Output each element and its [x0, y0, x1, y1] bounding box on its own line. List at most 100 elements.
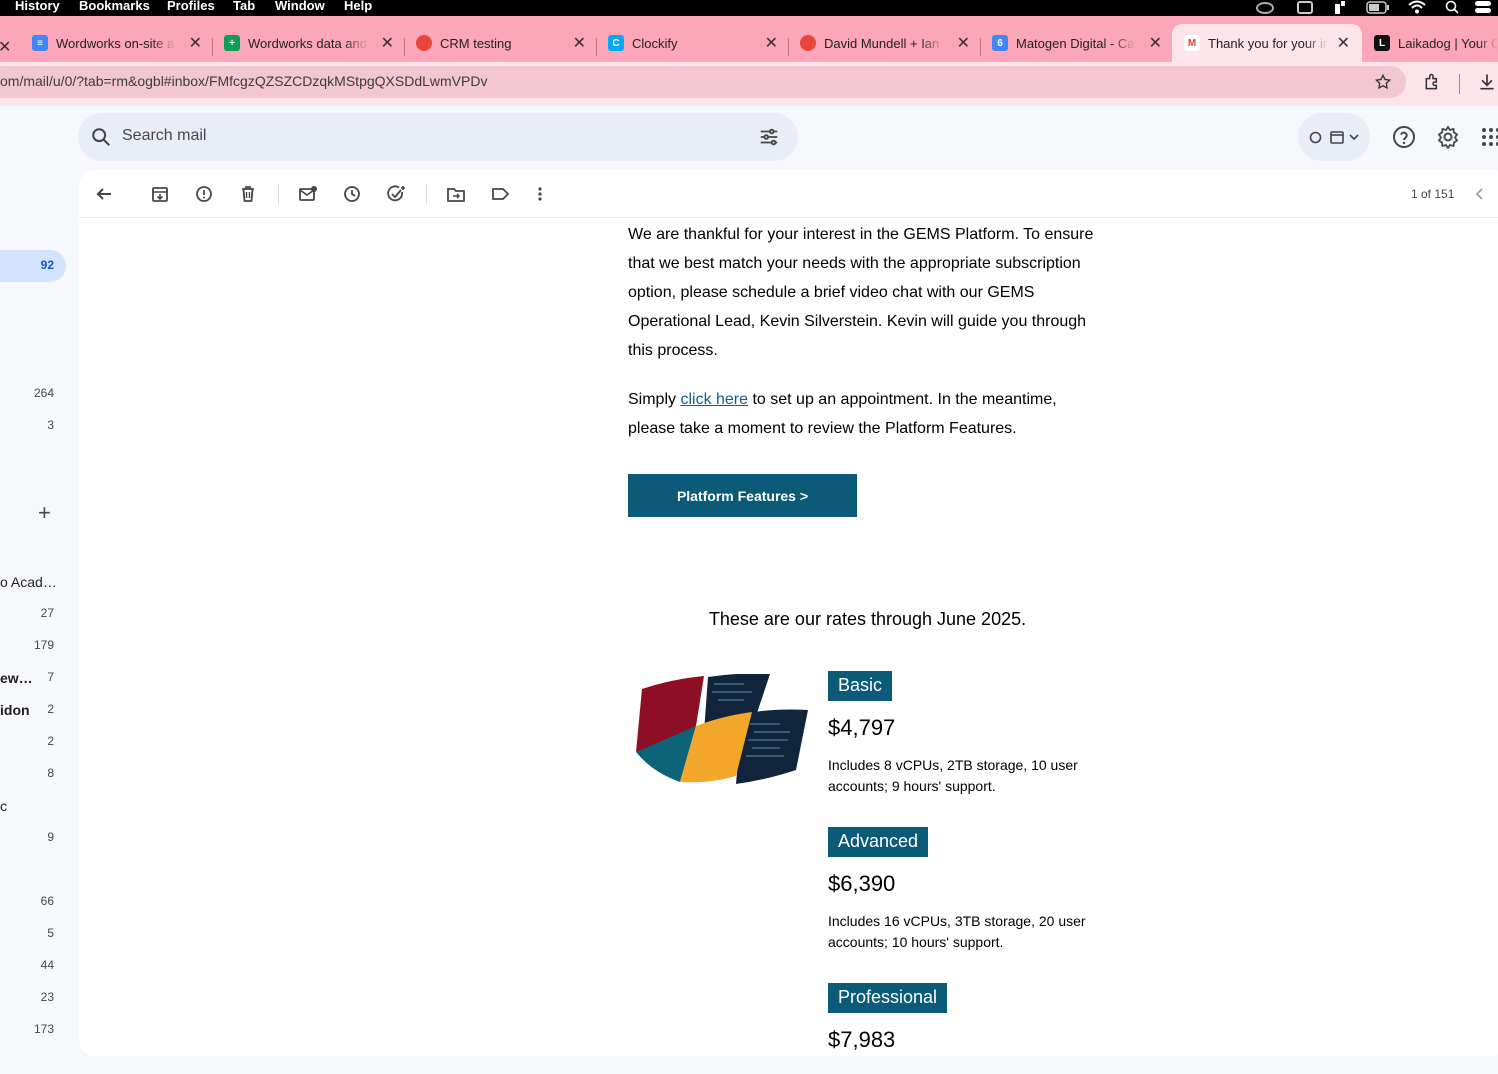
nav-label-item[interactable]: o Acad…	[0, 574, 57, 590]
nav-count: 23	[40, 990, 54, 1004]
move-to-folder-icon[interactable]	[446, 184, 466, 204]
search-input[interactable]: Search mail	[122, 127, 206, 145]
plan-description: Includes 16 vCPUs, 3TB storage, 20 user …	[828, 913, 1086, 950]
tab-close-icon[interactable]: ✕	[573, 33, 586, 53]
nav-count: 173	[33, 1022, 54, 1036]
tab-close-icon[interactable]: ✕	[381, 33, 394, 53]
plan-price: $7,983	[828, 1027, 896, 1052]
tab-title: Matogen Digital - Cal	[1016, 35, 1136, 51]
nav-count: 179	[33, 638, 54, 652]
tab-title: CRM testing	[440, 35, 512, 51]
nav-inbox[interactable]: 92	[0, 250, 66, 282]
creative-cloud-icon[interactable]	[1256, 1, 1274, 17]
download-icon[interactable]	[1477, 72, 1497, 92]
delete-trash-icon[interactable]	[238, 184, 258, 204]
message-view: 1 of 151 We are thankful for your intere…	[79, 170, 1498, 1056]
menu-help[interactable]: Help	[344, 0, 372, 13]
address-bar[interactable]: om/mail/u/0/?tab=rm&ogbl#inbox/FMfcgzQZS…	[0, 66, 1406, 98]
inbox-count: 92	[40, 258, 54, 272]
menu-window[interactable]: Window	[275, 0, 325, 13]
menu-tab[interactable]: Tab	[233, 0, 255, 13]
tab-close-icon[interactable]: ✕	[957, 33, 970, 53]
menu-history[interactable]: History	[15, 0, 60, 13]
spotlight-search-icon[interactable]	[1445, 0, 1459, 17]
tab-title: Wordworks on-site a	[56, 35, 175, 51]
settings-gear-icon[interactable]	[1435, 124, 1461, 150]
laikadog-icon: L	[1374, 35, 1390, 51]
tab-wordworks-data[interactable]: + Wordworks data and ✕	[224, 24, 394, 62]
help-icon[interactable]	[1391, 124, 1417, 150]
calendar-icon: 6	[992, 35, 1008, 51]
status-app-icon[interactable]	[1296, 1, 1314, 17]
clockify-icon: C	[608, 35, 624, 51]
add-task-icon[interactable]	[386, 184, 406, 204]
text-segment: Simply	[628, 391, 681, 408]
plan-name-badge: Professional	[828, 983, 948, 1013]
nav-count: 2	[47, 702, 54, 716]
tab-close-icon[interactable]: ✕	[1337, 33, 1350, 53]
extensions-icon[interactable]	[1423, 72, 1443, 92]
back-arrow-icon[interactable]	[94, 184, 114, 204]
calendar-status-icon	[1330, 130, 1344, 149]
message-action-bar: 1 of 151	[79, 170, 1498, 218]
macos-menu-bar: History Bookmarks Profiles Tab Window He…	[0, 0, 1498, 16]
tab-close-icon[interactable]: ✕	[1149, 33, 1162, 53]
chevron-left-icon[interactable]	[1470, 184, 1490, 204]
tab-matogen-calendar[interactable]: 6 Matogen Digital - Cal ✕	[992, 24, 1162, 62]
tab-title: David Mundell + Ian F	[824, 35, 944, 51]
rates-heading: These are our rates through June 2025.	[708, 609, 1027, 629]
plan-price: $4,797	[828, 715, 896, 740]
email-body: We are thankful for your interest in the…	[628, 220, 1108, 1052]
control-center-icon[interactable]	[1474, 0, 1492, 17]
nav-count: 7	[47, 670, 54, 684]
nav-count: 2	[47, 734, 54, 748]
bookmark-star-icon[interactable]	[1373, 72, 1393, 92]
tab-laikadog[interactable]: L Laikadog | Your Q	[1374, 24, 1498, 62]
nav-count: 66	[40, 894, 54, 908]
nav-count: 9	[47, 830, 54, 844]
crm-icon	[416, 35, 432, 51]
tab-close-icon[interactable]: ✕	[0, 37, 11, 57]
tab-gmail-thank-you[interactable]: M Thank you for your in ✕	[1172, 24, 1362, 62]
menu-bookmarks[interactable]: Bookmarks	[79, 0, 150, 13]
tab-title: Wordworks data and	[248, 35, 367, 51]
chevron-down-icon	[1348, 130, 1360, 148]
battery-icon[interactable]	[1366, 1, 1390, 17]
meeting-icon	[800, 35, 816, 51]
plan-name-badge: Advanced	[828, 827, 929, 857]
status-bar-icon[interactable]	[1333, 1, 1347, 17]
mark-unread-icon[interactable]	[298, 184, 318, 204]
snooze-clock-icon[interactable]	[342, 184, 362, 204]
email-intro-paragraph: We are thankful for your interest in the…	[628, 226, 1094, 359]
tab-crm-testing[interactable]: CRM testing ✕	[416, 24, 586, 62]
tab-close-icon[interactable]: ✕	[765, 33, 778, 53]
search-options-icon[interactable]	[758, 126, 780, 153]
tab-close-icon[interactable]: ✕	[189, 33, 202, 53]
tab-title: Thank you for your in	[1208, 35, 1328, 51]
search-bar[interactable]: Search mail	[78, 113, 798, 161]
tab-david-mundell[interactable]: David Mundell + Ian F ✕	[800, 24, 970, 62]
add-label-icon[interactable]: +	[38, 500, 51, 526]
archive-icon[interactable]	[150, 184, 170, 204]
nav-count: 8	[47, 766, 54, 780]
tab-wordworks-onsite[interactable]: ≡ Wordworks on-site a ✕	[32, 24, 202, 62]
nav-count: 44	[40, 958, 54, 972]
label-icon[interactable]	[490, 184, 510, 204]
platform-features-button[interactable]: Platform Features >	[628, 474, 857, 517]
more-options-icon[interactable]	[530, 184, 550, 204]
wifi-icon[interactable]	[1408, 0, 1426, 17]
report-spam-icon[interactable]	[194, 184, 214, 204]
pagination-count: 1 of 151	[1411, 187, 1455, 201]
search-icon[interactable]	[90, 126, 112, 153]
menu-profiles[interactable]: Profiles	[167, 0, 215, 13]
apps-grid-icon[interactable]	[1478, 124, 1498, 150]
nav-count: 3	[47, 418, 54, 432]
tab-clockify[interactable]: C Clockify ✕	[608, 24, 778, 62]
click-here-link[interactable]: click here	[680, 391, 748, 408]
plan-basic: Basic $4,797 Includes 8 vCPUs, 2TB stora…	[828, 671, 1098, 797]
status-selector[interactable]	[1298, 113, 1370, 161]
nav-label-item[interactable]: c	[0, 798, 7, 814]
gems-logo-image	[636, 674, 808, 784]
tab-title: Clockify	[632, 35, 678, 51]
plan-description: Includes 8 vCPUs, 2TB storage, 10 user a…	[828, 757, 1078, 794]
